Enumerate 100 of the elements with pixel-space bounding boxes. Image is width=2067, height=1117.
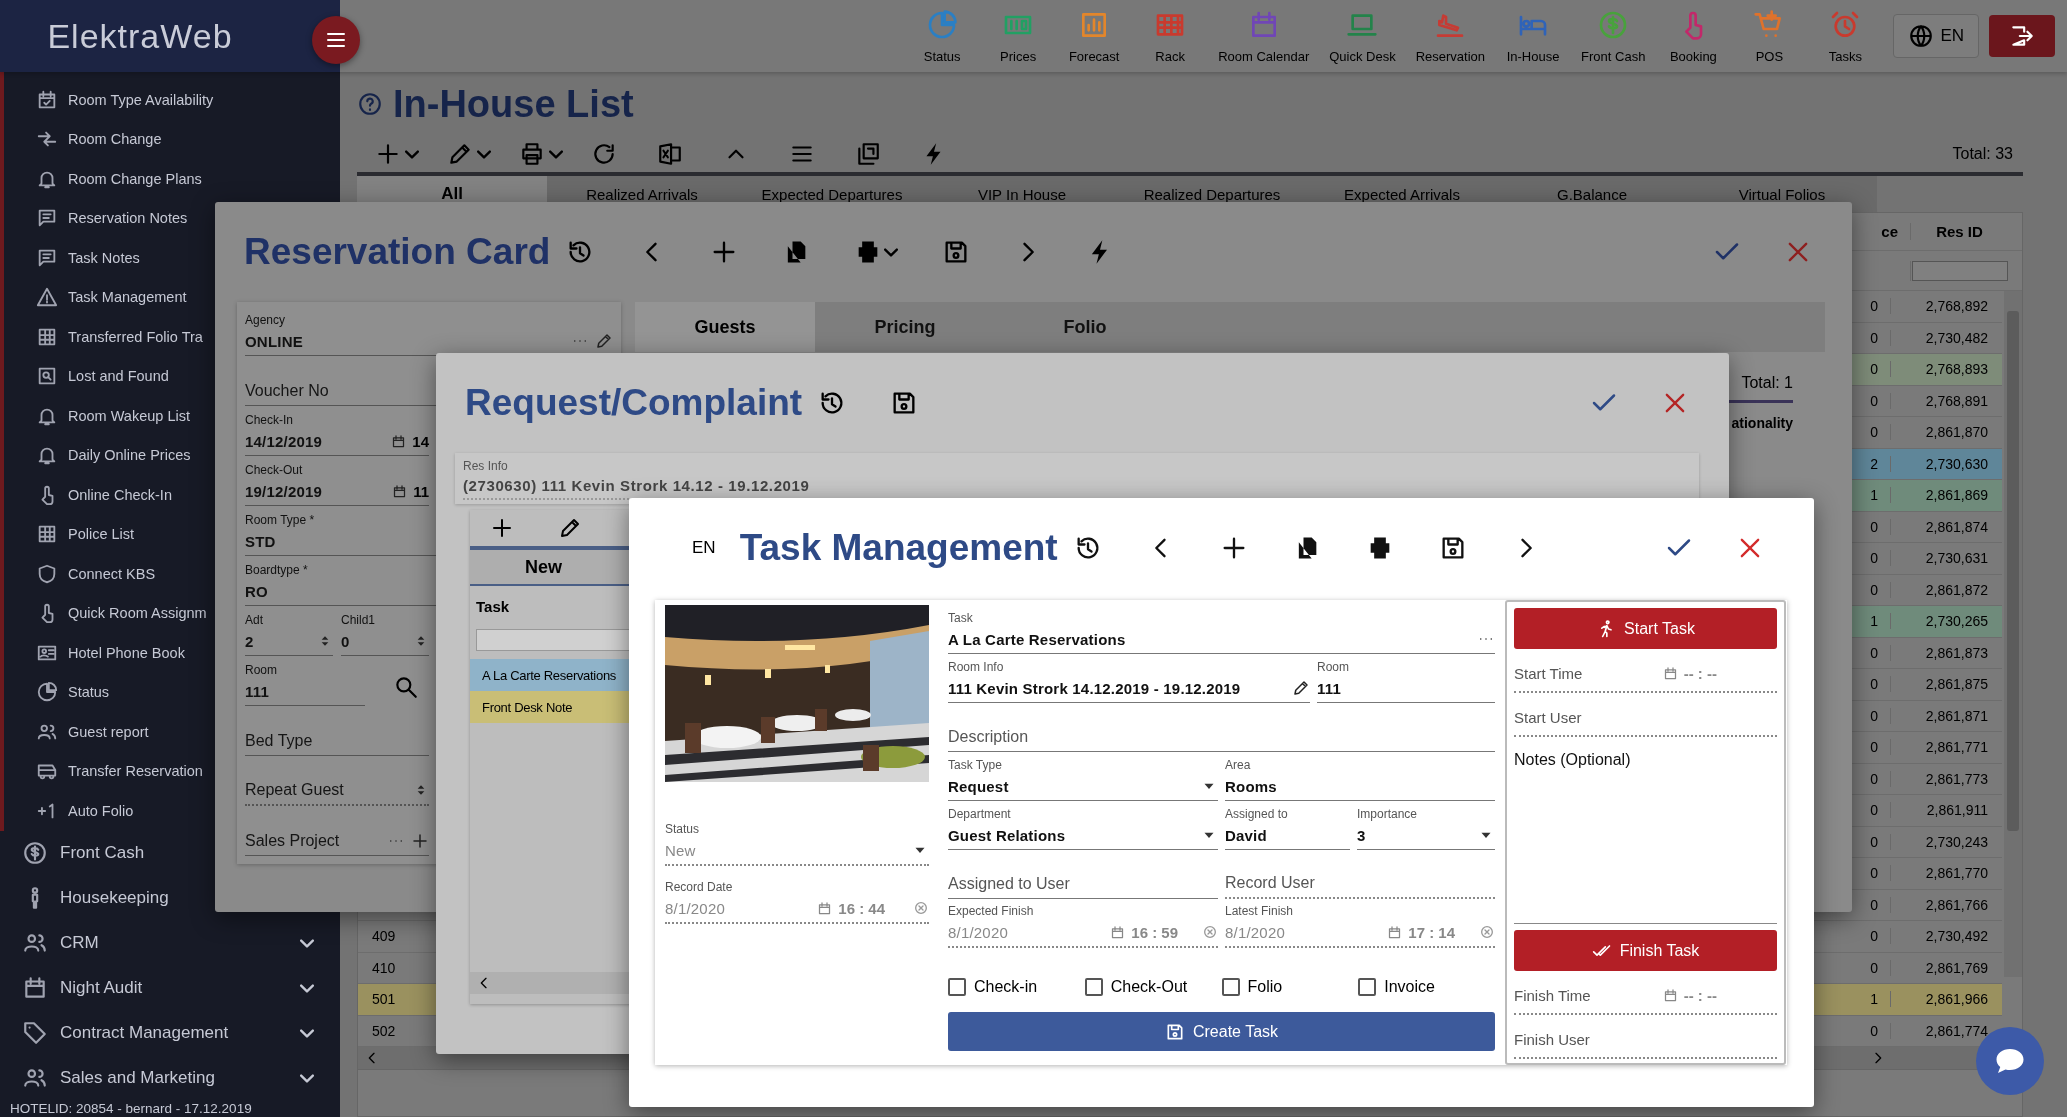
time-value[interactable]: 14: [412, 432, 429, 450]
finish-task-button[interactable]: Finish Task: [1514, 930, 1777, 971]
scrollbar[interactable]: [2004, 291, 2022, 977]
option-checkbox[interactable]: Folio: [1221, 978, 1359, 996]
calendar-icon[interactable]: [391, 433, 407, 449]
calendar-icon[interactable]: [392, 483, 408, 499]
nav-item[interactable]: Booking: [1665, 8, 1722, 64]
clear-icon[interactable]: [1479, 924, 1495, 940]
time-value[interactable]: 16 : 59: [1131, 923, 1178, 941]
logo[interactable]: ElektraWeb: [47, 16, 293, 56]
nav-item[interactable]: Prices: [990, 8, 1047, 64]
nav-item[interactable]: Room Calendar: [1218, 8, 1310, 64]
tab[interactable]: Guests: [635, 302, 815, 352]
date-field[interactable]: 14/12/2019: [245, 432, 386, 450]
search-icon[interactable]: [393, 674, 419, 700]
nav-item[interactable]: Reservation: [1415, 8, 1486, 64]
notes-field[interactable]: Notes (Optional): [1514, 737, 1777, 923]
finish-user-field[interactable]: Finish User: [1514, 1030, 1777, 1048]
filter-field[interactable]: [1912, 260, 2008, 281]
option-checkbox[interactable]: Check-in: [948, 978, 1085, 996]
assigned-user-field[interactable]: Assigned to User: [948, 875, 1218, 893]
language-button[interactable]: EN: [1893, 14, 1979, 58]
date-field[interactable]: 8/1/2020: [948, 923, 1105, 941]
time-value[interactable]: 11: [413, 482, 429, 500]
calendar-icon[interactable]: [1110, 924, 1126, 940]
sales-project-field[interactable]: Sales Project: [245, 832, 381, 850]
sidebar-item[interactable]: Housekeeping: [0, 875, 340, 921]
menu-button[interactable]: [312, 16, 360, 64]
tab[interactable]: Folio: [995, 302, 1175, 352]
description-field[interactable]: Description: [948, 728, 1495, 746]
sidebar-item[interactable]: Sales and Marketing: [0, 1055, 340, 1101]
number-field[interactable]: 0: [341, 632, 407, 650]
room-field[interactable]: 111: [245, 682, 365, 700]
importance-field[interactable]: 3: [1357, 826, 1471, 844]
date-field[interactable]: 19/12/2019: [245, 482, 387, 500]
nav-item[interactable]: Forecast: [1066, 8, 1123, 64]
calendar-check-icon: [36, 88, 58, 111]
start-time-field[interactable]: Start Time: [1514, 664, 1657, 682]
clear-icon[interactable]: [913, 900, 929, 916]
task-type-field[interactable]: Request: [948, 777, 1194, 795]
record-user-field[interactable]: Record User: [1225, 874, 1495, 892]
number-field[interactable]: 2: [245, 632, 311, 650]
table-cell-text: 0: [1869, 959, 1879, 976]
clear-icon[interactable]: [1202, 924, 1218, 940]
column-header[interactable]: ce: [1868, 223, 1910, 240]
repeat-guest-field[interactable]: Repeat Guest: [245, 781, 407, 799]
logout-button[interactable]: [1989, 15, 2055, 57]
tab[interactable]: Pricing: [815, 302, 995, 352]
nav-item[interactable]: Quick Desk: [1329, 8, 1396, 64]
caret-icon[interactable]: [477, 149, 491, 159]
time-value[interactable]: 16 : 44: [838, 899, 885, 917]
plus-icon[interactable]: [490, 516, 514, 540]
room-field[interactable]: 111: [1317, 679, 1495, 697]
sidebar-item[interactable]: Night Audit: [0, 965, 340, 1011]
stack-icon[interactable]: [855, 141, 881, 167]
time-value[interactable]: 17 : 14: [1408, 923, 1455, 941]
sidebar-item[interactable]: CRM: [0, 920, 340, 966]
time-value[interactable]: -- : --: [1683, 664, 1717, 682]
area-field[interactable]: Rooms: [1225, 777, 1495, 795]
nav-item[interactable]: Status: [914, 8, 971, 64]
option-checkbox[interactable]: Check-Out: [1084, 978, 1222, 996]
nav-item[interactable]: POS: [1741, 8, 1798, 64]
column-header[interactable]: Res ID: [1910, 223, 2022, 240]
sidebar-item[interactable]: Room Type Availability: [4, 80, 340, 120]
table-cell: 2,861,766: [1890, 896, 2002, 913]
calendar-icon[interactable]: [817, 900, 833, 916]
department-field[interactable]: Guest Relations: [948, 826, 1194, 844]
sidebar-item[interactable]: Room Change: [4, 119, 340, 159]
refresh-icon[interactable]: [591, 141, 617, 167]
nav-item[interactable]: In-House: [1505, 8, 1562, 64]
nav-item[interactable]: Rack: [1142, 8, 1199, 64]
agency-field[interactable]: ONLINE: [245, 332, 565, 350]
finish-time-field[interactable]: Finish Time: [1514, 986, 1657, 1004]
table-cell-text: 0: [1869, 865, 1879, 882]
calendar-icon[interactable]: [1387, 924, 1403, 940]
time-value[interactable]: -- : --: [1683, 986, 1717, 1004]
caret-icon[interactable]: [405, 149, 419, 159]
assigned-to-field[interactable]: David: [1225, 826, 1350, 844]
nav-item[interactable]: Tasks: [1817, 8, 1874, 64]
bed-type-field[interactable]: Bed Type: [245, 732, 429, 750]
sidebar-item[interactable]: Contract Management: [0, 1010, 340, 1056]
spreadsheet-icon[interactable]: [657, 141, 683, 167]
option-checkbox[interactable]: Invoice: [1358, 978, 1495, 996]
create-task-button[interactable]: Create Task: [948, 1012, 1495, 1051]
column-header[interactable]: ationality: [1731, 415, 1793, 431]
caret-icon[interactable]: [884, 247, 899, 257]
start-task-button[interactable]: Start Task: [1514, 608, 1777, 649]
date-field[interactable]: 8/1/2020: [1225, 923, 1382, 941]
caret-icon[interactable]: [549, 149, 563, 159]
nav-item[interactable]: Front Cash: [1581, 8, 1646, 64]
sidebar-item[interactable]: Room Change Plans: [4, 159, 340, 199]
help-icon[interactable]: [357, 91, 383, 117]
room-info-field[interactable]: 111 Kevin Strork 14.12.2019 - 19.12.2019: [948, 679, 1286, 697]
pencil-icon[interactable]: [1292, 679, 1310, 697]
task-field[interactable]: A La Carte Reservations: [948, 630, 1471, 648]
calendar-icon[interactable]: [1662, 665, 1678, 681]
pencil-icon[interactable]: [558, 516, 582, 540]
start-user-field[interactable]: Start User: [1514, 708, 1777, 726]
date-field[interactable]: 8/1/2020: [665, 899, 812, 917]
calendar-icon[interactable]: [1662, 987, 1678, 1003]
